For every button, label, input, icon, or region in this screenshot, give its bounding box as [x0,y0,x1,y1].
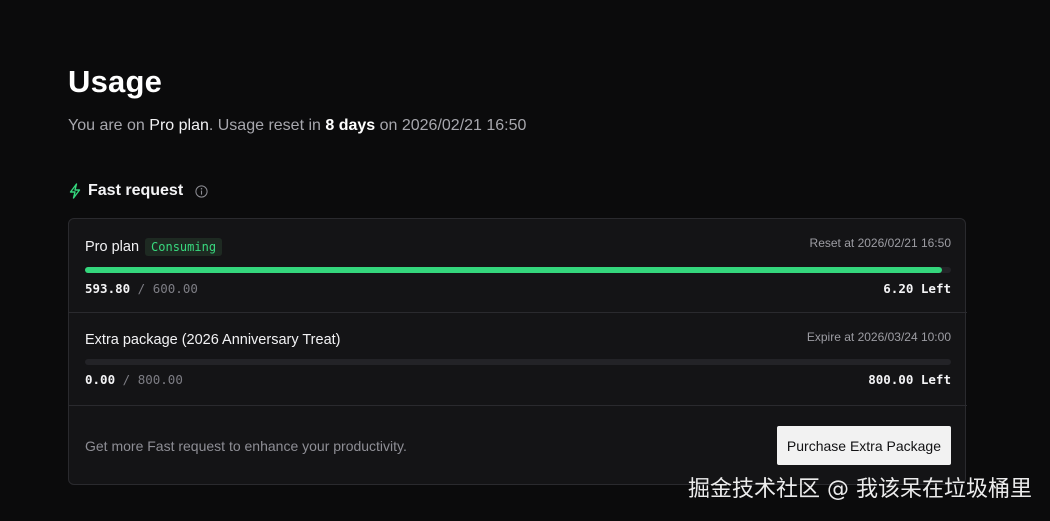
fast-request-title: Fast request [88,182,184,199]
plan-name: Pro plan [85,239,140,255]
pro-plan-progress-bar [85,267,951,273]
remaining-value: 800.00 Left [868,372,951,387]
watermark-text: 掘金技术社区 @ 我该呆在垃圾桶里 [688,477,1032,502]
pro-plan-progress-fill [85,267,943,273]
pro-plan-row: Pro plan Consuming Reset at 2026/02/21 1… [69,219,967,313]
purchase-extra-package-button[interactable]: Purchase Extra Package [776,426,951,465]
pro-plan-amount: 593.80 / 600.00 [85,281,198,296]
amount-separator: / [130,281,153,296]
summary-plan: Pro plan [149,117,209,134]
package-name: Extra package (2026 Anniversary Treat) [85,332,341,348]
promo-text: Get more Fast request to enhance your pr… [85,438,407,454]
reset-time: Reset at 2026/02/21 16:50 [809,236,951,250]
used-value: 0.00 [85,372,116,387]
extra-package-title: Extra package (2026 Anniversary Treat) [85,332,341,348]
used-value: 593.80 [85,281,131,296]
usage-page: Usage You are on Pro plan. Usage reset i… [0,0,1050,521]
total-value: 800.00 [137,372,183,387]
summary-prefix: You are on [68,117,150,134]
page-title: Usage [68,64,163,99]
extra-package-amount: 0.00 / 800.00 [85,372,183,387]
remaining-value: 6.20 Left [883,281,951,296]
total-value: 600.00 [152,281,198,296]
extra-package-progress-bar [85,359,951,365]
bolt-icon [69,183,81,199]
expire-time: Expire at 2026/03/24 10:00 [806,330,951,344]
fast-request-heading: Fast request [68,182,208,200]
info-icon[interactable] [195,184,208,198]
status-badge: Consuming [145,238,223,256]
pro-plan-title: Pro plan Consuming [85,238,223,256]
plan-summary: You are on Pro plan. Usage reset in 8 da… [68,117,526,135]
summary-days: 8 days [325,117,376,134]
fast-request-card: Pro plan Consuming Reset at 2026/02/21 1… [68,218,967,485]
extra-package-row: Extra package (2026 Anniversary Treat) E… [69,313,967,406]
summary-mid: . Usage reset in [208,117,326,134]
summary-suffix: on 2026/02/21 16:50 [375,117,527,134]
amount-separator: / [115,372,138,387]
